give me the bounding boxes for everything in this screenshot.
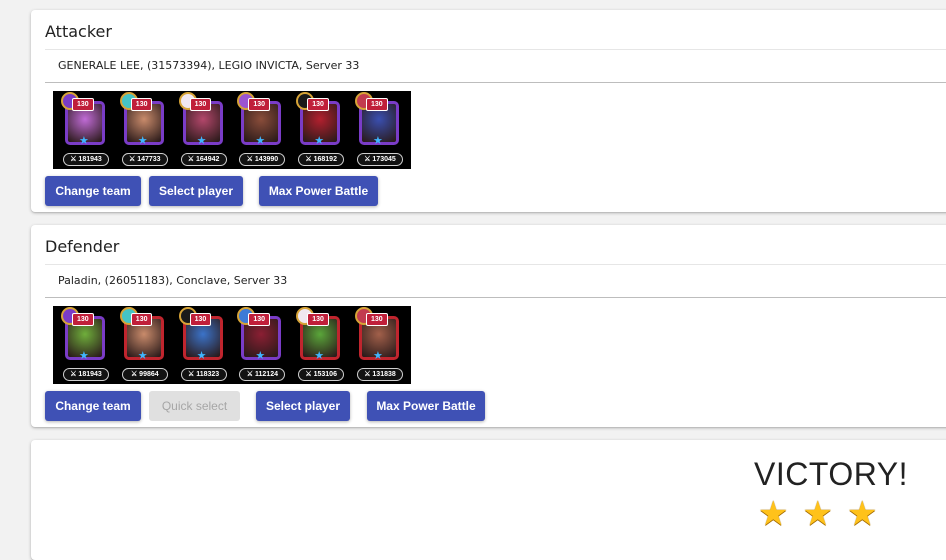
star-icon: ★ [79, 135, 89, 147]
hero-power-badge: ⚔ 99864 [121, 368, 168, 381]
defender-max-power-battle-button[interactable]: Max Power Battle [367, 391, 485, 421]
defender-player-field[interactable]: Paladin, (26051183), Conclave, Server 33 [45, 264, 946, 298]
attacker-team-strip[interactable]: 130 ★ ⚔ 181943 130 ★ ⚔ 147733 130 ★ ⚔ 164942 130 ★… [53, 91, 411, 169]
victory-star-icon: ★ [846, 495, 878, 533]
hero-power-badge: ⚔ 118323 [180, 368, 227, 381]
hero-level-badge: 130 [72, 98, 94, 111]
defender-change-team-button[interactable]: Change team [45, 391, 141, 421]
hero-slot[interactable]: 130 ★ ⚔ 173045 [351, 91, 407, 169]
attacker-player-field[interactable]: GENERALE LEE, (31573394), LEGIO INVICTA,… [45, 49, 946, 83]
hero-power-badge: ⚔ 181943 [63, 153, 109, 166]
hero-slot[interactable]: 130 ★ ⚔ 147733 [116, 91, 172, 169]
hero-level-badge: 130 [248, 313, 271, 326]
hero-slot[interactable]: 130 ★ ⚔ 112124 [233, 306, 289, 384]
hero-level-badge: 130 [365, 313, 388, 326]
attacker-change-team-button[interactable]: Change team [45, 176, 141, 206]
star-icon: ★ [255, 135, 266, 147]
hero-level-badge: 130 [307, 313, 329, 326]
hero-power-badge: ⚔ 168192 [298, 153, 345, 166]
victory-star-icon: ★ [802, 495, 833, 533]
hero-slot[interactable]: 130 ★ ⚔ 99864 [116, 306, 172, 384]
hero-power-badge: ⚔ 181943 [63, 368, 109, 381]
victory-star-icon: ★ [758, 495, 789, 533]
hero-slot[interactable]: 130 ★ ⚔ 181943 [57, 91, 113, 169]
attacker-card: Attacker GENERALE LEE, (31573394), LEGIO… [31, 10, 946, 212]
hero-power-badge: ⚔ 173045 [356, 153, 403, 166]
hero-slot[interactable]: 130 ★ ⚔ 118323 [175, 306, 231, 384]
victory-stars: ★ ★ ★ [758, 496, 877, 532]
hero-level-badge: 130 [307, 98, 329, 111]
star-icon: ★ [79, 350, 89, 362]
hero-slot[interactable]: 130 ★ ⚔ 153106 [292, 306, 348, 384]
star-icon: ★ [314, 350, 325, 362]
star-icon: ★ [196, 350, 207, 362]
star-icon: ★ [196, 135, 207, 147]
defender-quick-select-button[interactable]: Quick select [149, 391, 240, 421]
hero-power-badge: ⚔ 164942 [180, 153, 227, 166]
hero-level-badge: 130 [130, 98, 153, 111]
hero-level-badge: 130 [130, 313, 153, 326]
hero-slot[interactable]: 130 ★ ⚔ 164942 [175, 91, 231, 169]
hero-slot[interactable]: 130 ★ ⚔ 168192 [292, 91, 348, 169]
star-icon: ★ [137, 135, 148, 147]
defender-team-strip[interactable]: 130 ★ ⚔ 181943 130 ★ ⚔ 99864 130 ★ ⚔ 118323 130 ★ ⚔… [53, 306, 411, 384]
star-icon: ★ [137, 350, 148, 362]
hero-level-badge: 130 [189, 313, 212, 326]
attacker-title: Attacker [45, 22, 112, 41]
hero-power-badge: ⚔ 112124 [239, 368, 286, 381]
star-icon: ★ [372, 350, 383, 362]
hero-slot[interactable]: 130 ★ ⚔ 131838 [351, 306, 407, 384]
hero-level-badge: 130 [189, 98, 212, 111]
star-icon: ★ [255, 350, 266, 362]
hero-power-badge: ⚔ 153106 [298, 368, 345, 381]
defender-card: Defender Paladin, (26051183), Conclave, … [31, 225, 946, 427]
hero-power-badge: ⚔ 131838 [356, 368, 403, 381]
attacker-select-player-button[interactable]: Select player [149, 176, 243, 206]
result-card: VICTORY! ★ ★ ★ [31, 440, 946, 560]
star-icon: ★ [372, 135, 383, 147]
hero-slot[interactable]: 130 ★ ⚔ 181943 [57, 306, 113, 384]
defender-title: Defender [45, 237, 120, 256]
hero-level-badge: 130 [72, 313, 94, 326]
hero-power-badge: ⚔ 147733 [121, 153, 168, 166]
defender-select-player-button[interactable]: Select player [256, 391, 350, 421]
hero-level-badge: 130 [365, 98, 388, 111]
star-icon: ★ [314, 135, 325, 147]
attacker-max-power-battle-button[interactable]: Max Power Battle [259, 176, 378, 206]
hero-power-badge: ⚔ 143990 [239, 153, 286, 166]
hero-level-badge: 130 [248, 98, 271, 111]
hero-slot[interactable]: 130 ★ ⚔ 143990 [233, 91, 289, 169]
victory-text: VICTORY! [754, 456, 908, 492]
